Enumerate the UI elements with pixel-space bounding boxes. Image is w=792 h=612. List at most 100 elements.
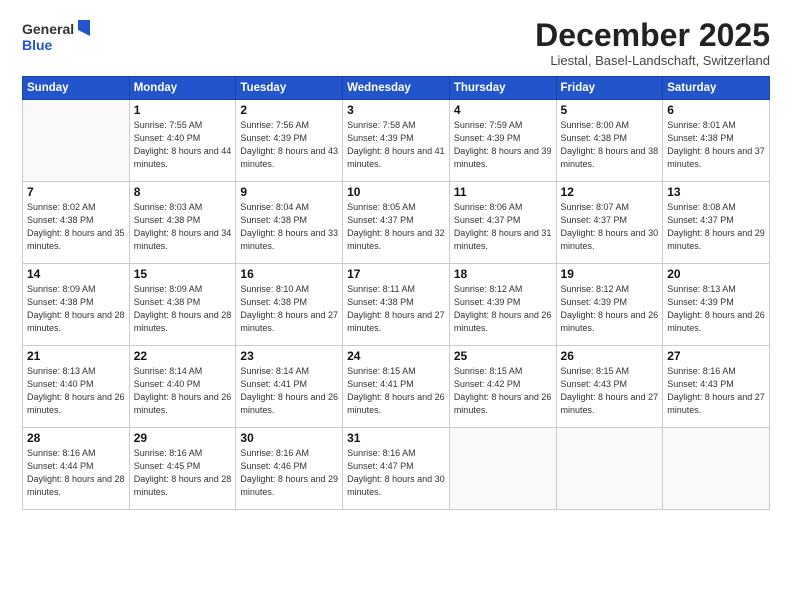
table-row: 26 Sunrise: 8:15 AM Sunset: 4:43 PM Dayl… — [556, 346, 663, 428]
sunset: Sunset: 4:38 PM — [347, 297, 414, 307]
daylight: Daylight: 8 hours and 27 minutes. — [667, 392, 765, 415]
daylight: Daylight: 8 hours and 26 minutes. — [240, 392, 338, 415]
day-number: 28 — [27, 431, 125, 445]
cell-content: Sunrise: 8:13 AM Sunset: 4:40 PM Dayligh… — [27, 365, 125, 417]
sunrise: Sunrise: 7:58 AM — [347, 120, 416, 130]
page: General Blue December 2025 Liestal, Base… — [0, 0, 792, 612]
sunrise: Sunrise: 8:16 AM — [27, 448, 96, 458]
cell-content: Sunrise: 8:14 AM Sunset: 4:41 PM Dayligh… — [240, 365, 338, 417]
cell-content: Sunrise: 8:16 AM Sunset: 4:46 PM Dayligh… — [240, 447, 338, 499]
daylight: Daylight: 8 hours and 38 minutes. — [561, 146, 659, 169]
header: General Blue December 2025 Liestal, Base… — [22, 18, 770, 68]
daylight: Daylight: 8 hours and 27 minutes. — [240, 310, 338, 333]
table-row — [663, 428, 770, 510]
daylight: Daylight: 8 hours and 43 minutes. — [240, 146, 338, 169]
table-row: 24 Sunrise: 8:15 AM Sunset: 4:41 PM Dayl… — [343, 346, 450, 428]
sunset: Sunset: 4:38 PM — [134, 297, 201, 307]
day-number: 14 — [27, 267, 125, 281]
cell-content: Sunrise: 8:00 AM Sunset: 4:38 PM Dayligh… — [561, 119, 659, 171]
svg-text:Blue: Blue — [22, 37, 53, 53]
cell-content: Sunrise: 8:02 AM Sunset: 4:38 PM Dayligh… — [27, 201, 125, 253]
day-number: 1 — [134, 103, 232, 117]
day-number: 2 — [240, 103, 338, 117]
calendar-header-row: Sunday Monday Tuesday Wednesday Thursday… — [23, 77, 770, 100]
day-number: 26 — [561, 349, 659, 363]
sunrise: Sunrise: 8:10 AM — [240, 284, 309, 294]
col-saturday: Saturday — [663, 77, 770, 100]
cell-content: Sunrise: 7:55 AM Sunset: 4:40 PM Dayligh… — [134, 119, 232, 171]
sunset: Sunset: 4:38 PM — [27, 215, 94, 225]
col-monday: Monday — [129, 77, 236, 100]
sunset: Sunset: 4:38 PM — [561, 133, 628, 143]
cell-content: Sunrise: 8:10 AM Sunset: 4:38 PM Dayligh… — [240, 283, 338, 335]
sunset: Sunset: 4:41 PM — [347, 379, 414, 389]
sunrise: Sunrise: 8:06 AM — [454, 202, 523, 212]
col-wednesday: Wednesday — [343, 77, 450, 100]
daylight: Daylight: 8 hours and 39 minutes. — [454, 146, 552, 169]
sunrise: Sunrise: 8:13 AM — [27, 366, 96, 376]
calendar-week-row: 28 Sunrise: 8:16 AM Sunset: 4:44 PM Dayl… — [23, 428, 770, 510]
sunset: Sunset: 4:40 PM — [134, 133, 201, 143]
table-row: 17 Sunrise: 8:11 AM Sunset: 4:38 PM Dayl… — [343, 264, 450, 346]
daylight: Daylight: 8 hours and 37 minutes. — [667, 146, 765, 169]
day-number: 4 — [454, 103, 552, 117]
logo: General Blue — [22, 18, 92, 56]
sunrise: Sunrise: 8:15 AM — [454, 366, 523, 376]
cell-content: Sunrise: 8:11 AM Sunset: 4:38 PM Dayligh… — [347, 283, 445, 335]
daylight: Daylight: 8 hours and 33 minutes. — [240, 228, 338, 251]
daylight: Daylight: 8 hours and 28 minutes. — [134, 310, 232, 333]
table-row: 6 Sunrise: 8:01 AM Sunset: 4:38 PM Dayli… — [663, 100, 770, 182]
sunset: Sunset: 4:46 PM — [240, 461, 307, 471]
sunset: Sunset: 4:39 PM — [667, 297, 734, 307]
day-number: 23 — [240, 349, 338, 363]
daylight: Daylight: 8 hours and 28 minutes. — [27, 474, 125, 497]
table-row: 3 Sunrise: 7:58 AM Sunset: 4:39 PM Dayli… — [343, 100, 450, 182]
sunset: Sunset: 4:40 PM — [27, 379, 94, 389]
sunrise: Sunrise: 8:16 AM — [667, 366, 736, 376]
sunrise: Sunrise: 8:11 AM — [347, 284, 415, 294]
calendar: Sunday Monday Tuesday Wednesday Thursday… — [22, 76, 770, 510]
col-thursday: Thursday — [449, 77, 556, 100]
daylight: Daylight: 8 hours and 27 minutes. — [347, 310, 445, 333]
cell-content: Sunrise: 8:09 AM Sunset: 4:38 PM Dayligh… — [134, 283, 232, 335]
sunrise: Sunrise: 8:09 AM — [27, 284, 96, 294]
cell-content: Sunrise: 8:12 AM Sunset: 4:39 PM Dayligh… — [454, 283, 552, 335]
daylight: Daylight: 8 hours and 44 minutes. — [134, 146, 232, 169]
table-row: 20 Sunrise: 8:13 AM Sunset: 4:39 PM Dayl… — [663, 264, 770, 346]
cell-content: Sunrise: 8:09 AM Sunset: 4:38 PM Dayligh… — [27, 283, 125, 335]
table-row: 14 Sunrise: 8:09 AM Sunset: 4:38 PM Dayl… — [23, 264, 130, 346]
day-number: 16 — [240, 267, 338, 281]
cell-content: Sunrise: 7:58 AM Sunset: 4:39 PM Dayligh… — [347, 119, 445, 171]
table-row: 4 Sunrise: 7:59 AM Sunset: 4:39 PM Dayli… — [449, 100, 556, 182]
sunset: Sunset: 4:39 PM — [347, 133, 414, 143]
calendar-week-row: 1 Sunrise: 7:55 AM Sunset: 4:40 PM Dayli… — [23, 100, 770, 182]
daylight: Daylight: 8 hours and 35 minutes. — [27, 228, 125, 251]
sunset: Sunset: 4:38 PM — [134, 215, 201, 225]
day-number: 10 — [347, 185, 445, 199]
sunset: Sunset: 4:39 PM — [454, 297, 521, 307]
table-row: 22 Sunrise: 8:14 AM Sunset: 4:40 PM Dayl… — [129, 346, 236, 428]
table-row: 13 Sunrise: 8:08 AM Sunset: 4:37 PM Dayl… — [663, 182, 770, 264]
day-number: 29 — [134, 431, 232, 445]
sunset: Sunset: 4:47 PM — [347, 461, 414, 471]
table-row — [23, 100, 130, 182]
sunrise: Sunrise: 8:15 AM — [561, 366, 630, 376]
table-row: 8 Sunrise: 8:03 AM Sunset: 4:38 PM Dayli… — [129, 182, 236, 264]
calendar-week-row: 21 Sunrise: 8:13 AM Sunset: 4:40 PM Dayl… — [23, 346, 770, 428]
calendar-week-row: 7 Sunrise: 8:02 AM Sunset: 4:38 PM Dayli… — [23, 182, 770, 264]
day-number: 24 — [347, 349, 445, 363]
daylight: Daylight: 8 hours and 41 minutes. — [347, 146, 445, 169]
cell-content: Sunrise: 8:01 AM Sunset: 4:38 PM Dayligh… — [667, 119, 765, 171]
sunset: Sunset: 4:43 PM — [561, 379, 628, 389]
daylight: Daylight: 8 hours and 30 minutes. — [347, 474, 445, 497]
table-row: 19 Sunrise: 8:12 AM Sunset: 4:39 PM Dayl… — [556, 264, 663, 346]
sunrise: Sunrise: 8:09 AM — [134, 284, 203, 294]
table-row: 5 Sunrise: 8:00 AM Sunset: 4:38 PM Dayli… — [556, 100, 663, 182]
cell-content: Sunrise: 8:13 AM Sunset: 4:39 PM Dayligh… — [667, 283, 765, 335]
daylight: Daylight: 8 hours and 26 minutes. — [134, 392, 232, 415]
cell-content: Sunrise: 8:08 AM Sunset: 4:37 PM Dayligh… — [667, 201, 765, 253]
title-block: December 2025 Liestal, Basel-Landschaft,… — [535, 18, 770, 68]
day-number: 31 — [347, 431, 445, 445]
table-row: 21 Sunrise: 8:13 AM Sunset: 4:40 PM Dayl… — [23, 346, 130, 428]
cell-content: Sunrise: 8:06 AM Sunset: 4:37 PM Dayligh… — [454, 201, 552, 253]
